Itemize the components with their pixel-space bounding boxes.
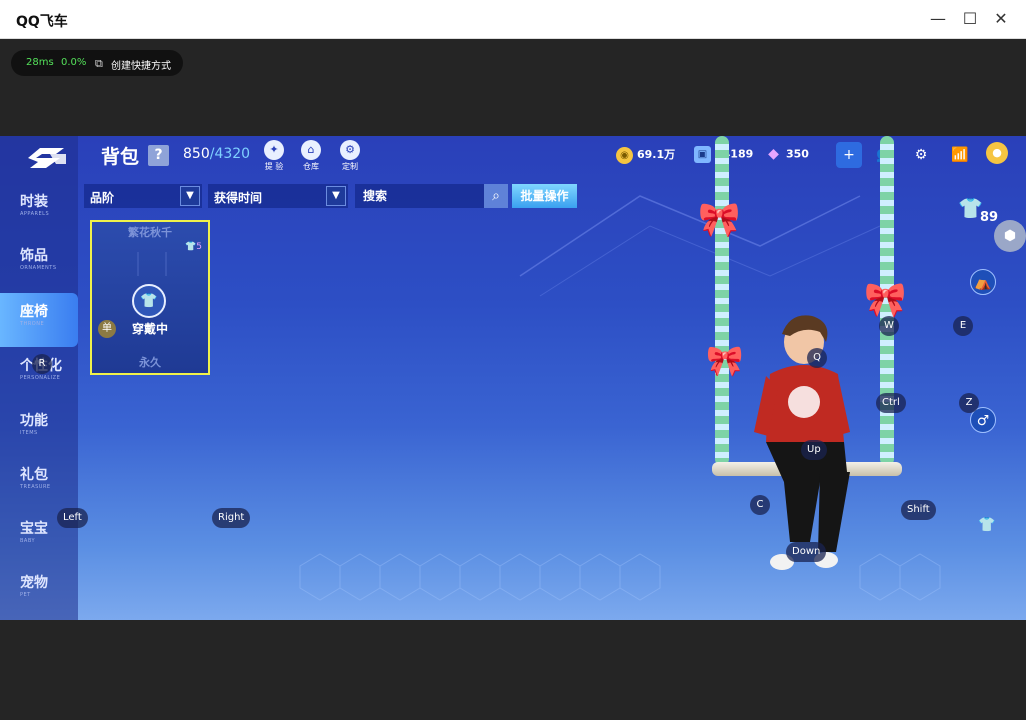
bow-decoration-icon: 🎀: [864, 280, 907, 320]
create-shortcut-link[interactable]: 创建快捷方式: [111, 57, 171, 72]
search-icon[interactable]: ⌕: [484, 184, 508, 208]
sidebar-item-sublabel: PET: [20, 592, 31, 598]
ping-value: 28ms: [26, 57, 54, 68]
custom-button[interactable]: ⚙ 定制: [335, 140, 365, 172]
outfit-icon[interactable]: 👕: [974, 512, 1000, 538]
sidebar-item-sublabel: APPARELS: [20, 211, 50, 217]
diamond-value: 350: [786, 147, 809, 161]
sidebar-item-label: 宝宝: [20, 521, 48, 537]
letterbox-bottom: [0, 620, 1026, 720]
sofa-icon[interactable]: ⛺: [970, 269, 996, 295]
category-sidebar: 时装 APPARELS 饰品 ORNAMENTS 座椅 THRONE 个性化 P…: [0, 136, 78, 620]
loss-value: 0.0%: [61, 57, 87, 68]
sidebar-item-pet[interactable]: 宠物 PET: [0, 564, 78, 618]
warehouse-button[interactable]: ⌂ 仓库: [296, 140, 326, 172]
add-currency-icon[interactable]: +: [836, 142, 862, 168]
sort-dropdown-value: 获得时间: [214, 191, 263, 205]
sidebar-item-label: 礼包: [20, 467, 48, 483]
key-hint-up: Up: [801, 440, 827, 460]
item-duration: 永久: [139, 356, 161, 369]
search-box: ⌕: [355, 184, 508, 208]
gear-icon[interactable]: ⚙: [908, 142, 934, 168]
background-pattern: [299, 195, 941, 601]
shirt-badge-icon: 👕5: [185, 242, 202, 252]
capacity-max: /4320: [209, 146, 251, 162]
help-button[interactable]: ?: [148, 145, 169, 166]
sidebar-item-sublabel: TREASURE: [20, 484, 51, 490]
diamond-balance: ◆ 350: [765, 146, 809, 164]
close-button[interactable]: ✕: [989, 8, 1013, 30]
exchange-label: 提 验: [264, 162, 284, 171]
sidebar-item-apparels[interactable]: 时装 APPARELS: [0, 183, 78, 237]
sidebar-item-label: 宠物: [20, 575, 48, 591]
grade-dropdown-value: 品阶: [90, 191, 115, 205]
bow-decoration-icon: 🎀: [698, 200, 741, 240]
sidebar-item-ornaments[interactable]: 饰品 ORNAMENTS: [0, 237, 78, 291]
item-badge-count: 5: [196, 242, 202, 252]
window-titlebar: QQ飞车 — ☐ ✕: [0, 0, 1026, 39]
key-hint-r: R: [32, 354, 52, 374]
sidebar-item-items[interactable]: 功能 ITEMS: [0, 402, 78, 456]
outfit-count: 89: [980, 210, 999, 225]
minimize-button[interactable]: —: [926, 8, 950, 30]
bow-decoration-icon: 🎀: [706, 344, 744, 379]
key-hint-left: Left: [57, 508, 88, 528]
key-hint-z: Z: [959, 393, 979, 413]
batch-operation-button[interactable]: 批量操作: [512, 184, 577, 208]
sidebar-item-treasure[interactable]: 礼包 TREASURE: [0, 456, 78, 510]
key-hint-right: Right: [212, 508, 251, 528]
key-hint-e: E: [953, 316, 973, 336]
key-hint-w: W: [879, 316, 899, 336]
warehouse-label: 仓库: [303, 162, 319, 171]
item-name: 繁花秋千: [128, 226, 172, 239]
grade-dropdown[interactable]: 品阶 ▼: [84, 184, 202, 208]
key-hint-ctrl: Ctrl: [876, 393, 906, 413]
sidebar-item-sublabel: THRONE: [20, 321, 45, 327]
chevron-down-icon[interactable]: ▼: [180, 186, 200, 206]
search-input[interactable]: [355, 184, 483, 208]
sidebar-item-label: 座椅: [20, 304, 48, 320]
wifi-icon: 📶: [951, 147, 969, 163]
bulb-icon: ✦: [264, 140, 284, 160]
coin-balance: ◉ 69.1万: [616, 146, 675, 164]
swing-preview-icon: [137, 252, 167, 276]
coin-icon: ◉: [616, 146, 633, 164]
exchange-button[interactable]: ✦ 提 验: [259, 140, 289, 172]
key-hint-down: Down: [786, 542, 827, 562]
capacity-counter: 850/4320: [183, 146, 250, 162]
custom-label: 定制: [342, 162, 358, 171]
page-title: 背包: [101, 146, 140, 168]
network-stats-pill: 28ms 0.0% ⧉ 创建快捷方式: [11, 50, 183, 76]
sidebar-item-sublabel: PERSONALIZE: [20, 375, 61, 381]
sidebar-item-label: 时装: [20, 194, 48, 210]
swing-vine-left: [715, 136, 729, 466]
item-card[interactable]: 繁花秋千 👕5 👕 单 穿戴中 永久: [90, 220, 210, 375]
wearing-status: 穿戴中: [131, 322, 168, 336]
sidebar-item-sublabel: ORNAMENTS: [20, 265, 57, 271]
sidebar-item-sublabel: ITEMS: [20, 430, 38, 436]
diamond-icon: ◆: [768, 146, 779, 162]
warehouse-icon: ⌂: [301, 140, 321, 160]
game-logo-icon: [28, 148, 66, 168]
hexagon-nav-icon[interactable]: ⬢: [994, 220, 1026, 252]
chevron-down-icon[interactable]: ▼: [326, 186, 346, 206]
voucher-icon: ▣: [694, 146, 711, 163]
capacity-used: 850: [183, 146, 210, 162]
maximize-button[interactable]: ☐: [958, 8, 982, 30]
window-title: QQ飞车: [16, 14, 68, 30]
key-hint-q: Q: [807, 348, 827, 368]
sort-dropdown[interactable]: 获得时间 ▼: [208, 184, 348, 208]
sidebar-item-sublabel: BABY: [20, 538, 36, 544]
sidebar-item-label: 饰品: [20, 248, 48, 264]
custom-icon: ⚙: [340, 140, 360, 160]
shirt-icon: 👕: [132, 284, 166, 318]
shortcut-icon[interactable]: ⧉: [95, 57, 103, 71]
key-hint-shift: Shift: [901, 500, 936, 520]
key-hint-c: C: [750, 495, 770, 515]
sidebar-item-throne[interactable]: 座椅 THRONE: [0, 293, 78, 347]
avatar-icon[interactable]: ●: [986, 142, 1008, 164]
sidebar-item-label: 功能: [20, 413, 48, 429]
game-viewport: 时装 APPARELS 饰品 ORNAMENTS 座椅 THRONE 个性化 P…: [0, 136, 1026, 620]
coin-value: 69.1万: [637, 148, 676, 161]
